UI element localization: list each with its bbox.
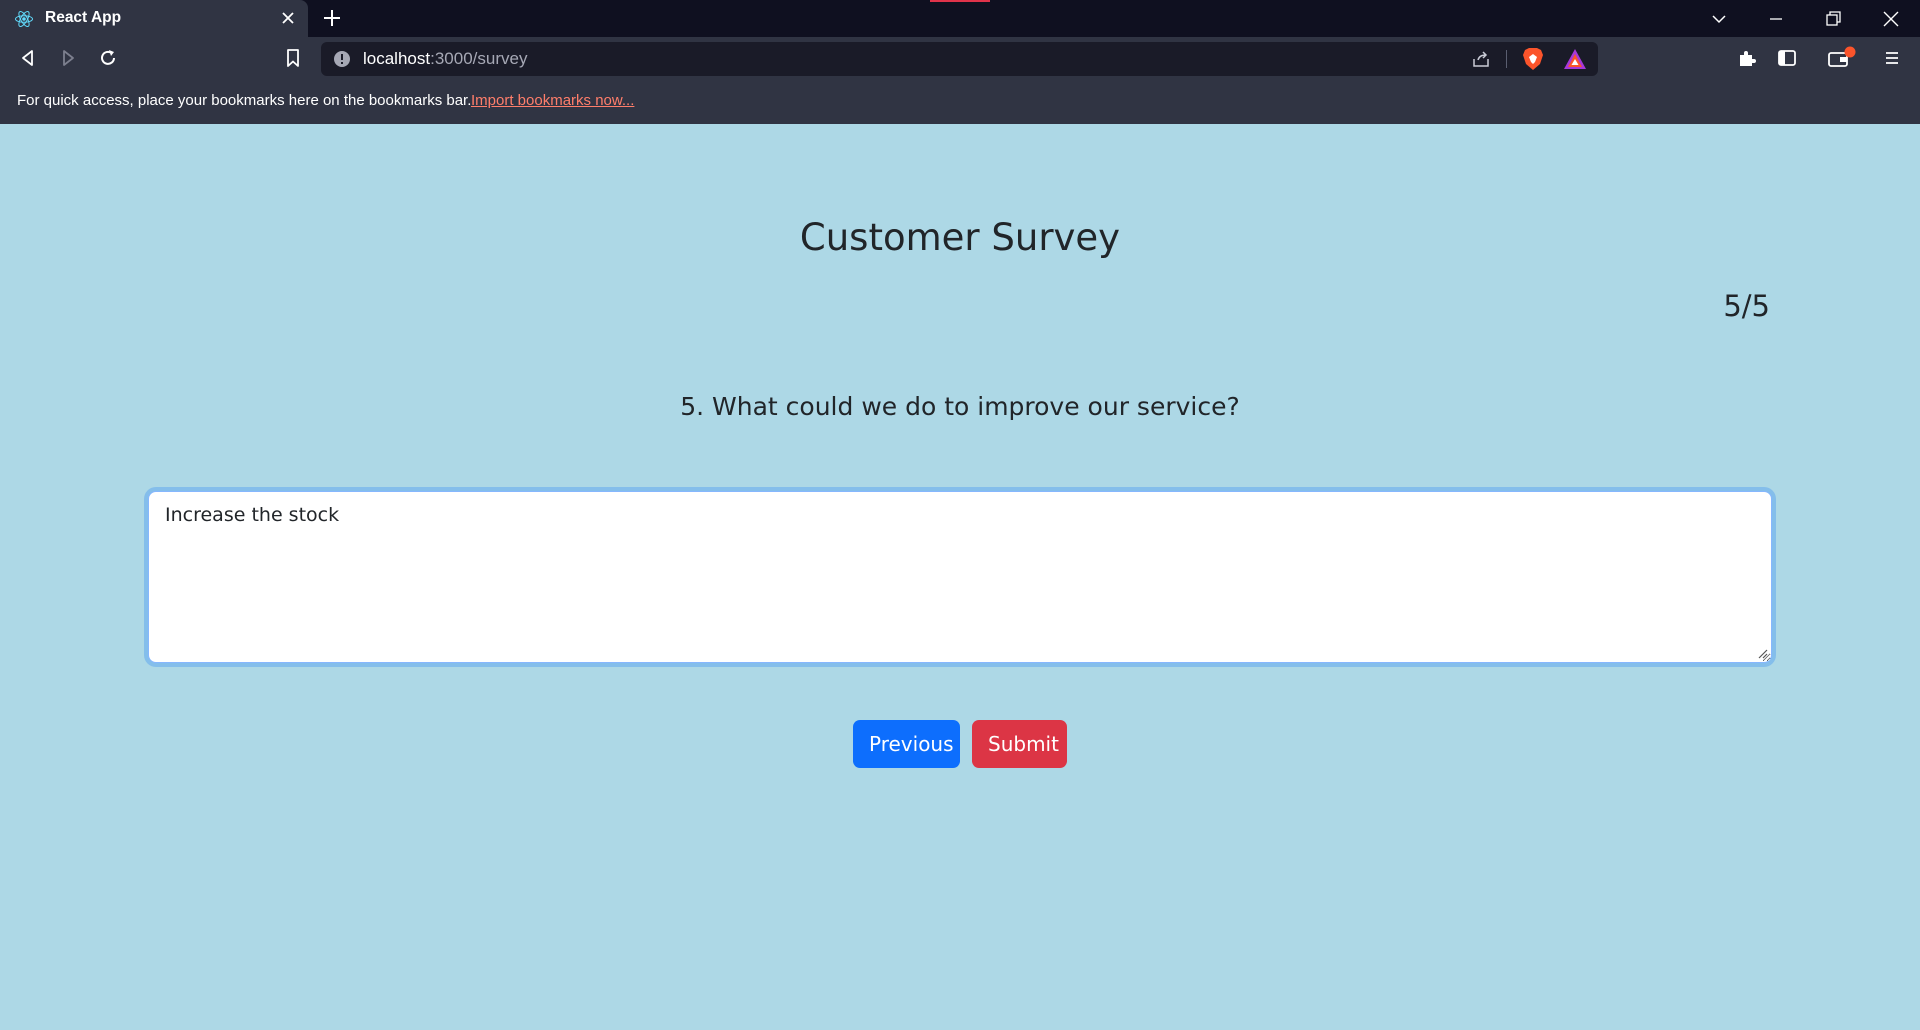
url-text[interactable]: localhost:3000/survey	[363, 49, 527, 69]
bookmarks-bar-message: For quick access, place your bookmarks h…	[17, 92, 472, 109]
url-host: localhost	[363, 49, 431, 68]
browser-toolbar: localhost:3000/survey	[0, 37, 1920, 80]
browser-tab[interactable]: React App	[0, 0, 308, 37]
close-window-icon[interactable]	[1881, 9, 1901, 29]
page-title: Customer Survey	[799, 216, 1121, 259]
resize-handle-icon[interactable]	[1756, 647, 1768, 659]
brave-rewards-icon[interactable]	[1563, 48, 1587, 70]
url-path: :3000/survey	[430, 49, 528, 68]
submit-button[interactable]: Submit	[972, 720, 1067, 768]
tab-title: React App	[45, 9, 122, 26]
wallet-icon[interactable]	[1826, 46, 1856, 70]
import-bookmarks-link[interactable]: Import bookmarks now...	[471, 92, 634, 109]
tab-indicator	[930, 0, 990, 2]
extensions-icon[interactable]	[1735, 46, 1759, 70]
back-icon[interactable]	[16, 46, 40, 70]
close-icon[interactable]	[280, 10, 296, 26]
new-tab-icon[interactable]	[322, 8, 342, 28]
bookmark-icon[interactable]	[281, 46, 305, 70]
omnibox-divider	[1506, 50, 1507, 68]
previous-button[interactable]: Previous	[853, 720, 960, 768]
tab-strip: React App	[0, 0, 1920, 37]
progress-indicator: 5/5	[1723, 289, 1770, 323]
forward-icon[interactable]	[56, 46, 80, 70]
restore-icon[interactable]	[1823, 9, 1843, 29]
tab-search-icon[interactable]	[1709, 9, 1729, 29]
survey-page: Customer Survey 5/5 5. What could we do …	[0, 124, 1920, 1030]
bookmarks-bar: For quick access, place your bookmarks h…	[0, 80, 1920, 124]
site-info-icon[interactable]	[333, 50, 351, 68]
brave-shield-icon[interactable]	[1522, 47, 1544, 71]
address-bar[interactable]: localhost:3000/survey	[321, 42, 1598, 76]
minimize-icon[interactable]	[1766, 9, 1786, 29]
share-icon[interactable]	[1471, 49, 1491, 69]
sidebar-icon[interactable]	[1775, 46, 1799, 70]
react-icon	[15, 10, 33, 28]
answer-textarea[interactable]: Increase the stock	[148, 491, 1772, 663]
question-text: 5. What could we do to improve our servi…	[680, 392, 1240, 421]
menu-icon[interactable]	[1880, 46, 1904, 70]
reload-icon[interactable]	[96, 46, 120, 70]
